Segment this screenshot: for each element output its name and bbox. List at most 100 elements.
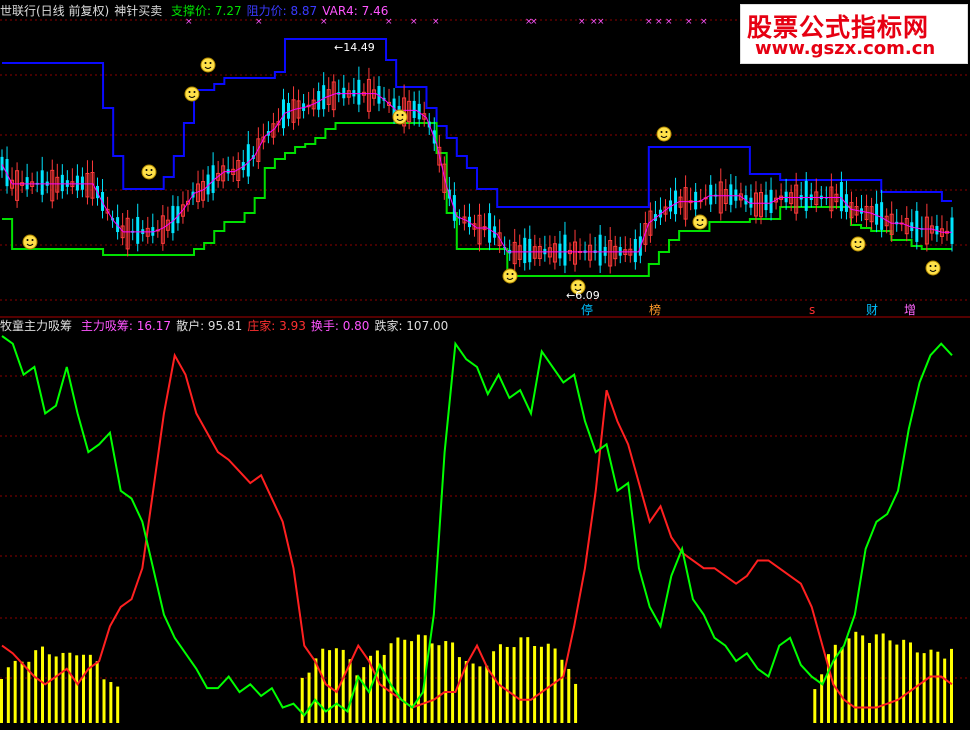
volume-bar (533, 645, 537, 723)
volume-bar (334, 648, 338, 723)
candle-down (915, 210, 919, 242)
signal-marker-5: × (432, 17, 440, 27)
candle-down (950, 217, 954, 244)
volume-bar (430, 643, 434, 723)
oscillator-legend-item-4: 跌家: 107.00 (374, 319, 449, 333)
volume-bar (492, 651, 496, 723)
candle-down (25, 177, 29, 190)
volume-bar (403, 639, 407, 723)
smiley-eye (701, 219, 704, 221)
volume-bar (464, 661, 468, 723)
volume-bar (20, 661, 24, 723)
candle-down (633, 239, 637, 263)
candle-down (342, 87, 346, 99)
watermark-logo: 股票公式指标网 www.gszx.com.cn (740, 4, 968, 64)
smiley-eye (26, 239, 29, 241)
candle-down (412, 100, 416, 118)
volume-bar (88, 654, 92, 723)
signal-marker-7: × (530, 17, 538, 27)
oscillator-legend-item-0: 主力吸筹: 16.17 (80, 319, 172, 333)
signal-marker-11: × (645, 17, 653, 27)
smiley-icon (692, 214, 708, 230)
volume-bar (567, 668, 571, 723)
volume-bar (553, 648, 557, 723)
candle-down (80, 176, 84, 190)
kline-legend-item-2: VAR4: 7.46 (322, 4, 389, 18)
volume-bar (47, 654, 51, 723)
volume-bar (0, 679, 3, 723)
signal-marker-14: × (685, 17, 693, 27)
volume-bar (300, 677, 304, 723)
smiley-eye (31, 239, 34, 241)
volume-bar (950, 648, 953, 723)
volume-bar (498, 644, 502, 723)
volume-bar (908, 642, 912, 723)
volume-bar (560, 659, 564, 723)
smiley-face (850, 236, 866, 252)
candle-down (523, 237, 527, 264)
volume-bar (109, 682, 113, 723)
signal-marker-8: × (578, 17, 586, 27)
smiley-icon (200, 57, 216, 73)
volume-bar (75, 655, 79, 723)
smiley-eye (401, 114, 404, 116)
volume-bar (410, 641, 414, 723)
high-price-label: ←14.49 (334, 41, 375, 54)
oscillator-header: 牧童主力吸筹 主力吸筹: 16.17 散户: 95.81 庄家: 3.93 换手: 0… (0, 318, 458, 334)
smiley-eye (934, 265, 937, 267)
volume-bar (41, 646, 45, 723)
smiley-face (692, 214, 708, 230)
candle-down (322, 85, 326, 110)
smiley-icon (184, 86, 200, 102)
volume-bar (471, 663, 475, 723)
smiley-face (502, 268, 518, 284)
oscillator-chart[interactable] (0, 318, 970, 730)
candle-down (674, 190, 678, 215)
candle-down (709, 184, 713, 205)
candle-down (734, 189, 738, 201)
candle-down (558, 243, 562, 259)
smiley-eye (204, 62, 207, 64)
volume-bar (813, 689, 817, 723)
volume-bar (34, 650, 38, 723)
smiley-eye (150, 169, 153, 171)
smiley-face (141, 164, 157, 180)
watermark-url: www.gszx.com.cn (755, 38, 936, 59)
volume-bar (102, 679, 106, 723)
volume-bar (519, 637, 523, 723)
kline-legend-item-1: 阻力价: 8.87 (246, 4, 318, 18)
volume-bar (539, 646, 543, 723)
volume-bar (902, 639, 906, 723)
smiley-icon (22, 234, 38, 250)
signal-marker-12: × (655, 17, 663, 27)
smiley-eye (859, 241, 862, 243)
volume-bar (546, 643, 550, 723)
candle-down (0, 156, 4, 171)
smiley-eye (696, 219, 699, 221)
candle-down (880, 202, 884, 230)
volume-bar (943, 658, 947, 723)
candle-down (784, 191, 788, 203)
smiley-eye (854, 241, 857, 243)
candle-down (40, 170, 44, 195)
smiley-icon (656, 126, 672, 142)
volume-bar (444, 641, 448, 723)
volume-bar (6, 667, 10, 723)
volume-bar (341, 649, 345, 723)
event-marker-3: 财 (866, 303, 878, 317)
oscillator-panel[interactable] (0, 318, 970, 730)
volume-bar (457, 657, 461, 723)
candle-down (875, 203, 879, 225)
candle-down (246, 144, 250, 177)
smiley-eye (506, 273, 509, 275)
candle-down (75, 175, 79, 191)
event-marker-1: 榜 (649, 302, 661, 317)
volume-bar (847, 638, 851, 723)
candle-down (598, 234, 602, 266)
volume-bar (512, 647, 516, 723)
volume-bar (13, 660, 17, 723)
volume-bar (61, 652, 65, 723)
candle-down (60, 174, 64, 192)
smiley-face (656, 126, 672, 142)
volume-bar (874, 634, 878, 723)
